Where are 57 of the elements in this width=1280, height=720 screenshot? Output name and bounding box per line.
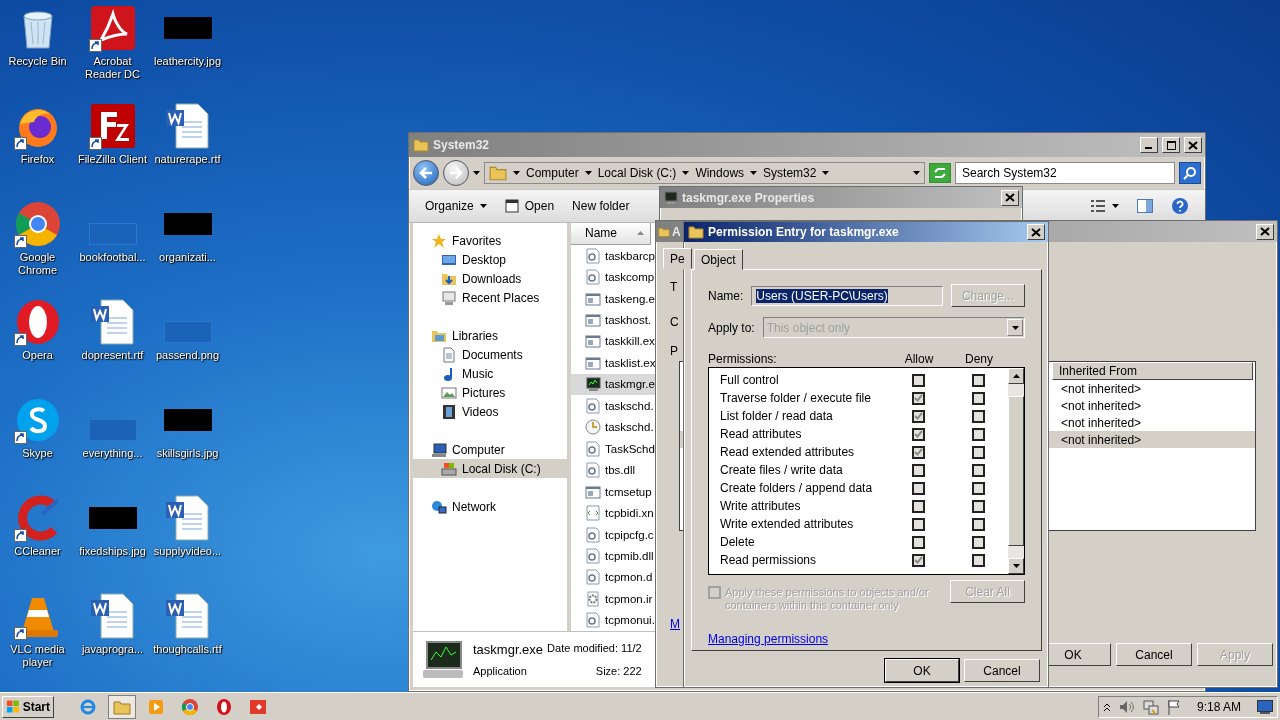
- nav-label: Documents: [462, 347, 523, 362]
- field-label: Permissions:: [708, 352, 778, 366]
- permission-name: Full control: [720, 373, 780, 387]
- file-name: taskbarcp: [605, 249, 655, 262]
- permission-name: Read attributes: [720, 427, 803, 441]
- file-size: Size: 222: [594, 665, 642, 677]
- nav-label: Favorites: [452, 233, 502, 248]
- permission-name: Create files / write data: [720, 463, 844, 477]
- nav-label: Music: [462, 366, 494, 381]
- file-name: taskeng.e: [605, 292, 655, 305]
- file-name: taskschd.: [605, 421, 654, 434]
- file-name: tcmsetup: [605, 485, 652, 498]
- file-name: tcpmon.ir: [605, 592, 653, 605]
- file-name: taskmgr.exe: [473, 642, 544, 657]
- file-name: tcpmonui.: [605, 614, 655, 627]
- nav-label: Downloads: [462, 271, 522, 286]
- nav-label: Computer: [452, 442, 505, 457]
- window-title: System32: [433, 138, 491, 152]
- permission-name: Read extended attributes: [720, 445, 856, 459]
- file-name: taskmgr.e: [605, 378, 655, 391]
- permission-name: Traverse folder / execute file: [720, 391, 872, 405]
- file-name: tcpbidi.xn: [605, 507, 654, 520]
- field-label: Name:: [708, 288, 744, 303]
- permission-name: Create folders / append data: [720, 481, 874, 495]
- file-name: TaskSchd: [605, 442, 655, 455]
- nav-label: Desktop: [462, 252, 507, 267]
- file-name: taskcomp: [605, 271, 655, 284]
- permission-name: Write extended attributes: [720, 517, 855, 531]
- file-type: Application: [473, 665, 528, 677]
- permission-name: Read permissions: [720, 553, 818, 567]
- file-name: taskhost.: [605, 314, 652, 327]
- file-name: tcpipcfg.c: [605, 528, 654, 541]
- nav-label: Pictures: [462, 385, 506, 400]
- file-name: tbs.dll: [605, 464, 636, 477]
- nav-label: Videos: [462, 404, 499, 419]
- nav-label: Recent Places: [462, 290, 540, 305]
- permission-name: List folder / read data: [720, 409, 834, 423]
- window-title: A: [672, 224, 681, 239]
- nav-label: Local Disk (C:): [462, 461, 541, 476]
- field-label: T: [670, 280, 678, 294]
- field-label: C: [670, 315, 679, 329]
- field-label: P: [670, 344, 678, 358]
- field-label: Apply to:: [708, 320, 755, 335]
- window-title: taskmgr.exe Properties: [682, 190, 816, 205]
- permission-name: Write attributes: [720, 499, 802, 513]
- column-header: Allow: [904, 352, 934, 366]
- file-name: tcpmon.d: [605, 571, 653, 584]
- file-name: tcpmib.dll: [605, 550, 654, 562]
- file-name: taskschd.: [605, 399, 654, 412]
- column-header: Deny: [965, 352, 993, 366]
- nav-label: Libraries: [452, 328, 499, 343]
- file-name: tasklist.ex: [605, 356, 656, 369]
- permission-name: Delete: [720, 535, 756, 549]
- date-modified: Date modified: 11/2: [547, 642, 642, 656]
- window-title: Permission Entry for taskmgr.exe: [708, 225, 900, 239]
- file-name: taskkill.ex: [605, 335, 655, 348]
- nav-label: Network: [452, 499, 496, 514]
